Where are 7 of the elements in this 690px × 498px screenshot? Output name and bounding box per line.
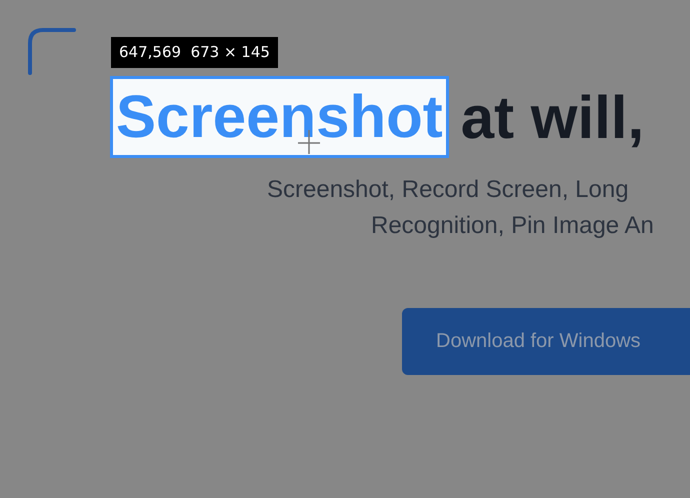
- subtitle-text: Screenshot, Record Screen, Long: [267, 175, 630, 205]
- selected-headline-word[interactable]: Screenshot: [110, 76, 449, 158]
- headline-text: at will,: [460, 82, 644, 152]
- subtitle-text: Recognition, Pin Image An: [371, 211, 655, 241]
- corner-bracket-icon: [27, 27, 77, 75]
- download-button[interactable]: Download for Windows: [402, 308, 690, 375]
- selection-size-tooltip: 647,569 673 × 145: [111, 37, 278, 68]
